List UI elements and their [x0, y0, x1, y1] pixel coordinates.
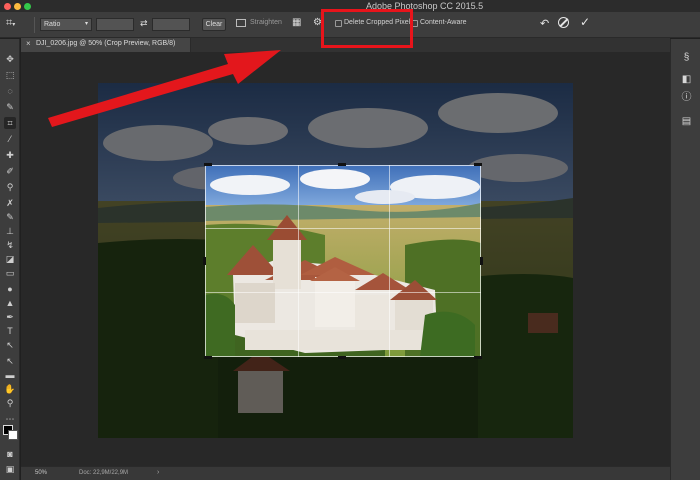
stamp-icon[interactable]: ⊥ — [4, 225, 16, 237]
status-bar: 50% Doc: 22,9M/22,9M › — [21, 466, 670, 480]
ratio-width-input[interactable] — [96, 18, 134, 31]
shape-tool-icon[interactable]: ▬ — [4, 369, 16, 381]
grid-icon[interactable]: ▦ — [292, 17, 303, 28]
history-brush-icon[interactable]: ✗ — [4, 197, 16, 209]
move-tool-icon[interactable]: ✥ — [4, 53, 16, 65]
zoom-window-button[interactable] — [24, 3, 31, 10]
chevron-down-icon: ▾ — [12, 22, 16, 28]
document-tab[interactable]: × DJI_0206.jpg @ 50% (Crop Preview, RGB/… — [21, 38, 191, 52]
clear-button[interactable]: Clear — [202, 18, 226, 31]
crop-border[interactable] — [205, 165, 481, 357]
eraser-tool-icon[interactable]: ◪ — [4, 253, 16, 265]
close-window-button[interactable] — [4, 3, 11, 10]
tools-panel: ✥ ⬚ ◌ ✎ ⌗ ⁄ ✚ ✐ ⚲ ✗ ✎ ⊥ ↯ ◪ ▭ ● ▲ ✒ T ↖ … — [0, 39, 20, 480]
quick-select-tool-icon[interactable]: ✎ — [4, 101, 16, 113]
annotation-highlight-box — [321, 9, 413, 48]
direct-select-icon[interactable]: ↖ — [4, 355, 16, 367]
pen-tool-icon[interactable]: ✒ — [4, 311, 16, 323]
zoom-tool-icon[interactable]: ⚲ — [4, 397, 16, 409]
close-icon[interactable]: × — [26, 39, 31, 48]
crop-tool-icon[interactable]: ⌗ — [4, 117, 16, 129]
crop-handle-top[interactable] — [338, 163, 346, 166]
brush-icon[interactable]: ✎ — [4, 211, 16, 223]
crop-handle-top-right[interactable] — [474, 163, 482, 166]
background-color-swatch[interactable] — [8, 430, 18, 440]
dodge-tool-icon[interactable]: ▲ — [4, 297, 16, 309]
ratio-height-input[interactable] — [152, 18, 190, 31]
straighten-label[interactable]: Straighten — [250, 19, 282, 26]
clone-stamp-icon[interactable]: ⚲ — [4, 181, 16, 193]
quick-mask-icon[interactable]: ◙ — [4, 448, 16, 460]
swap-arrows-icon[interactable]: ⇄ — [140, 18, 148, 29]
gradient-tool-icon[interactable]: ▭ — [4, 267, 16, 279]
art-history-icon[interactable]: ↯ — [4, 239, 16, 251]
document-size: Doc: 22,9M/22,9M — [79, 470, 129, 476]
tool-preset-picker[interactable]: ⌗▾ — [6, 17, 32, 33]
history-panel-icon[interactable]: § — [680, 51, 693, 64]
chevron-right-icon[interactable]: › — [157, 469, 159, 476]
more-tools-icon[interactable]: ⋯ — [4, 413, 16, 425]
ratio-label: Ratio — [44, 21, 61, 28]
type-tool-icon[interactable]: T — [4, 325, 16, 337]
healing-brush-icon[interactable]: ✚ — [4, 149, 16, 161]
eyedropper-tool-icon[interactable]: ⁄ — [4, 133, 16, 145]
info-panel-icon[interactable]: ⓘ — [680, 91, 693, 104]
zoom-level[interactable]: 50% — [35, 470, 47, 476]
lasso-tool-icon[interactable]: ◌ — [4, 85, 16, 97]
path-select-icon[interactable]: ↖ — [4, 339, 16, 351]
document-tab-title: DJI_0206.jpg @ 50% (Crop Preview, RGB/8) — [36, 40, 176, 47]
crop-handle-bottom[interactable] — [338, 356, 346, 359]
screen-mode-icon[interactable]: ▣ — [4, 463, 16, 475]
cancel-icon[interactable] — [558, 17, 569, 28]
chevron-down-icon: ▾ — [84, 21, 88, 27]
properties-panel-icon[interactable]: ▤ — [680, 115, 693, 128]
ratio-dropdown[interactable]: Ratio ▾ — [40, 18, 92, 31]
straighten-icon[interactable] — [236, 19, 246, 27]
crop-handle-bottom-right[interactable] — [474, 356, 482, 359]
minimize-window-button[interactable] — [14, 3, 21, 10]
content-aware-label[interactable]: Content-Aware — [420, 19, 467, 26]
brush-tool-icon[interactable]: ✐ — [4, 165, 16, 177]
panels-dock: § ◧ ⓘ ▤ — [670, 39, 700, 480]
crop-handle-left[interactable] — [203, 257, 206, 265]
crop-handle-top-left[interactable] — [204, 163, 212, 166]
adjustments-panel-icon[interactable]: ◧ — [680, 73, 693, 86]
hand-tool-icon[interactable]: ✋ — [4, 383, 16, 395]
divider — [34, 17, 35, 33]
blur-tool-icon[interactable]: ● — [4, 283, 16, 295]
crop-handle-right[interactable] — [480, 257, 483, 265]
undo-icon[interactable]: ↶ — [540, 17, 549, 30]
crop-handle-bottom-left[interactable] — [204, 356, 212, 359]
photoshop-window: Adobe Photoshop CC 2015.5 ⌗▾ Ratio ▾ ⇄ C… — [0, 0, 700, 480]
marquee-tool-icon[interactable]: ⬚ — [4, 69, 16, 81]
checkmark-icon[interactable]: ✓ — [580, 15, 590, 29]
